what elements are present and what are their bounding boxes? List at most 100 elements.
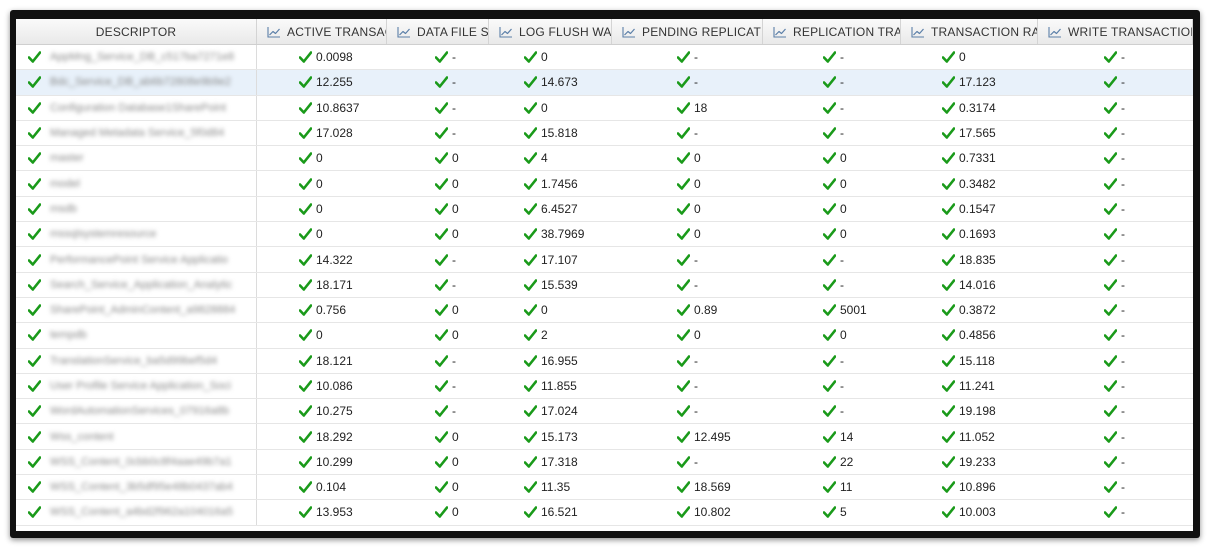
check-icon [434, 253, 449, 266]
metric-value: 18.569 [694, 480, 731, 495]
table-row[interactable]: AppMng_Service_DB_c517ba7271e8 0.0098 - 0 - -… [16, 45, 1193, 71]
metric-value: 11.35 [541, 480, 571, 495]
line-chart-icon[interactable] [911, 26, 925, 38]
line-chart-icon[interactable] [267, 26, 281, 38]
metric-value: 16.521 [541, 505, 578, 520]
table-row[interactable]: User Profile Service Application_Soci 10.… [16, 373, 1193, 400]
descriptor-label: Bdc_Service_DB_ab6b72808e9b9e2 [50, 76, 232, 89]
descriptor-cell[interactable]: Wss_content [16, 424, 257, 449]
descriptor-cell[interactable]: tempdb [16, 323, 257, 348]
table-row[interactable]: Configuration Database1SharePoint 10.8637… [16, 95, 1193, 121]
descriptor-cell[interactable]: TranslationService_ba5d99bef5d4 [16, 348, 257, 373]
check-icon [298, 430, 313, 443]
line-chart-icon[interactable] [499, 26, 513, 38]
column-header-5[interactable]: REPLICATION TRANSACTIONS [763, 19, 901, 44]
descriptor-cell[interactable]: AppMng_Service_DB_c517ba7271e8 [16, 45, 257, 70]
metric-value: 10.896 [959, 480, 996, 495]
metric-cell: 13.953 [257, 500, 387, 524]
check-icon [822, 76, 837, 89]
metric-value: 0 [840, 151, 847, 166]
table-row[interactable]: SharePoint_AdminContent_a9828884 0.756 0 0 0… [16, 297, 1193, 324]
check-icon [676, 177, 691, 190]
table-row[interactable]: TranslationService_ba5d99bef5d4 18.121 - 16… [16, 348, 1193, 374]
column-header-1[interactable]: ACTIVE TRANSACTIONS [257, 19, 387, 44]
table-row[interactable]: PerformancePoint Service Applicatio 14.32… [16, 247, 1193, 273]
column-header-4[interactable]: PENDING REPLICATION [612, 19, 763, 44]
table-row[interactable]: msdb 0 0 6.4527 0 0 0.1547 - [16, 196, 1193, 223]
table-row[interactable]: mssqlsystemresource 0 0 38.7969 0 0 0.1693 - [16, 222, 1193, 248]
check-icon [27, 177, 42, 190]
metric-value: 19.198 [959, 404, 996, 419]
descriptor-cell[interactable]: Managed Metadata Service_5f0d84 [16, 120, 257, 146]
descriptor-cell[interactable]: WSS_Content_0cbb0c8f4aae49b7a1 [16, 449, 257, 475]
descriptor-cell[interactable]: mssqlsystemresource [16, 222, 257, 247]
metric-cell: 17.565 [901, 121, 1038, 145]
descriptor-cell[interactable]: WSS_Content_3b5df95e48b0437ab4 [16, 475, 257, 500]
metric-cell: - [612, 70, 763, 94]
descriptor-cell[interactable]: User Profile Service Application_Soci [16, 373, 257, 399]
metric-cell: - [612, 399, 763, 423]
line-chart-icon[interactable] [622, 26, 636, 38]
column-header-7[interactable]: WRITE TRANSACTIONS [1038, 19, 1193, 44]
column-header-label: LOG FLUSH WAITS [519, 24, 611, 39]
table-row[interactable]: Bdc_Service_DB_ab6b72808e9b9e2 12.255 - 14.… [16, 70, 1193, 96]
table-row[interactable]: Wss_content 18.292 0 15.173 12.495 14 11.052 - [16, 424, 1193, 450]
metric-value: 0 [452, 480, 459, 495]
check-icon [822, 430, 837, 443]
check-icon [523, 481, 538, 493]
descriptor-label: AppMng_Service_DB_c517ba7271e8 [50, 51, 235, 64]
metric-value: 0 [452, 227, 459, 242]
table-row[interactable]: WordAutomationServices_07916a8b 10.275 - 17… [16, 399, 1193, 425]
metric-cell: 10.003 [901, 500, 1038, 524]
table-row[interactable]: tempdb 0 0 2 0 0 0.4856 - [16, 323, 1193, 349]
table-row[interactable]: WSS_Content_3b5df95e48b0437ab4 0.104 0 11.3… [16, 475, 1193, 501]
metric-cell: 10.086 [257, 374, 387, 398]
table-row[interactable]: Search_Service_Application_Analytic 18.17… [16, 272, 1193, 298]
check-icon [822, 177, 837, 190]
check-icon [676, 304, 691, 316]
descriptor-label: Wss_content [50, 430, 114, 443]
check-icon [1103, 152, 1118, 165]
metric-value: 0 [959, 50, 966, 65]
descriptor-cell[interactable]: SharePoint_AdminContent_a9828884 [16, 297, 257, 323]
column-header-0[interactable]: DESCRIPTOR [16, 19, 257, 44]
descriptor-cell[interactable]: model [16, 171, 257, 196]
metric-value: - [1121, 75, 1125, 90]
metric-cell: 10.299 [257, 450, 387, 474]
metric-cell: 0 [763, 222, 901, 246]
table-row[interactable]: Managed Metadata Service_5f0d84 17.028 - 15… [16, 120, 1193, 147]
check-icon [1103, 506, 1118, 519]
check-icon [27, 51, 42, 63]
metric-cell: 0.3174 [901, 96, 1038, 120]
table-row[interactable]: WSS_Content_a4bd2f962a104016a5 13.953 0 16.… [16, 500, 1193, 526]
metric-value: - [1121, 100, 1125, 115]
descriptor-cell[interactable]: master [16, 146, 257, 171]
descriptor-cell[interactable]: WordAutomationServices_07916a8b [16, 399, 257, 424]
check-icon [434, 101, 449, 114]
metric-value: 0 [452, 429, 459, 444]
descriptor-cell[interactable]: Bdc_Service_DB_ab6b72808e9b9e2 [16, 70, 257, 95]
metric-cell: 10.8637 [257, 96, 387, 120]
check-icon [27, 456, 42, 468]
descriptor-cell[interactable]: PerformancePoint Service Applicatio [16, 247, 257, 272]
descriptor-cell[interactable]: WSS_Content_a4bd2f962a104016a5 [16, 500, 257, 525]
metric-value: - [1121, 227, 1125, 242]
metric-cell: 0 [387, 146, 489, 170]
column-header-3[interactable]: LOG FLUSH WAITS [489, 19, 612, 44]
line-chart-icon[interactable] [773, 26, 787, 38]
check-icon [298, 354, 313, 367]
table-row[interactable]: model 0 0 1.7456 0 0 0.3482 - [16, 171, 1193, 197]
metric-value: 0 [840, 328, 847, 343]
line-chart-icon[interactable] [397, 26, 411, 38]
metric-cell: 0 [489, 45, 612, 69]
check-icon [523, 177, 538, 190]
column-header-2[interactable]: DATA FILE SIZE [387, 19, 489, 44]
table-row[interactable]: WSS_Content_0cbb0c8f4aae49b7a1 10.299 0 17.… [16, 449, 1193, 476]
descriptor-cell[interactable]: Configuration Database1SharePoint [16, 95, 257, 120]
column-header-6[interactable]: TRANSACTION RATE [901, 19, 1038, 44]
line-chart-icon[interactable] [1048, 26, 1062, 38]
descriptor-cell[interactable]: Search_Service_Application_Analytic [16, 272, 257, 297]
check-icon [27, 152, 42, 165]
table-row[interactable]: master 0 0 4 0 0 0.7331 - [16, 146, 1193, 172]
descriptor-cell[interactable]: msdb [16, 196, 257, 222]
